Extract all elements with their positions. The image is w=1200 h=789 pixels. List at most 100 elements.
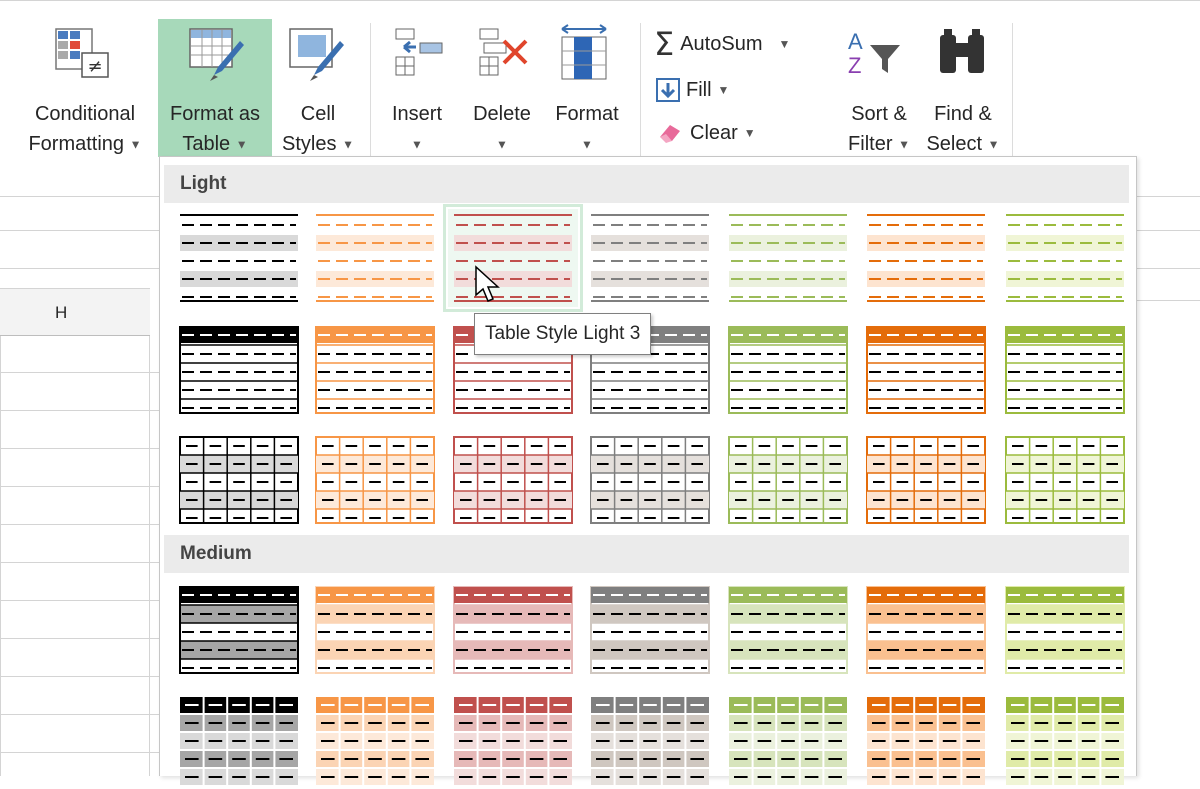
table-style-thumbnail[interactable]: [723, 209, 853, 307]
table-style-preview: [866, 436, 986, 524]
conditional-formatting-button[interactable]: ≠ Conditional Formatting ▼: [16, 19, 154, 157]
chevron-down-icon: ▼: [581, 137, 593, 152]
format-button[interactable]: Format ▼: [544, 19, 630, 157]
chevron-down-icon: ▼: [717, 83, 730, 97]
table-style-thumbnail[interactable]: [443, 204, 583, 312]
table-style-thumbnail[interactable]: [174, 691, 304, 789]
table-style-thumbnail[interactable]: [1000, 209, 1130, 307]
table-style-thumbnail[interactable]: [310, 431, 440, 529]
table-style-thumbnail[interactable]: [861, 209, 991, 307]
table-style-thumbnail[interactable]: [448, 431, 578, 529]
grid-line: [0, 448, 160, 449]
table-style-preview: [453, 586, 573, 674]
table-style-thumbnail[interactable]: [585, 691, 715, 789]
fill-down-icon: [656, 78, 680, 102]
group-separator: [640, 23, 641, 157]
table-style-thumbnail[interactable]: [448, 581, 578, 679]
table-style-preview: [867, 697, 985, 785]
table-style-thumbnail[interactable]: [310, 321, 440, 419]
format-label: Format: [555, 103, 619, 125]
delete-button[interactable]: Delete ▼: [464, 19, 540, 157]
grid-line: [0, 196, 160, 197]
binoculars-icon: [940, 29, 984, 73]
format-as-table-button[interactable]: Format as Table ▼: [158, 19, 272, 157]
chevron-down-icon: ▼: [898, 137, 910, 152]
grid-line: [1137, 196, 1200, 197]
conditional-formatting-label-2: Formatting ▼: [28, 133, 142, 155]
table-style-thumbnail[interactable]: [723, 691, 853, 789]
grid-line: [0, 268, 160, 269]
table-style-thumbnail[interactable]: [723, 581, 853, 679]
chevron-down-icon: ▼: [129, 137, 142, 152]
sigma-icon: Σ: [654, 25, 675, 63]
group-separator: [370, 23, 371, 157]
table-style-preview: [316, 214, 434, 302]
find-select-button[interactable]: Find & Select ▼: [920, 19, 1006, 157]
table-style-thumbnail[interactable]: [723, 321, 853, 419]
table-style-thumbnail[interactable]: [861, 431, 991, 529]
chevron-down-icon: ▼: [743, 126, 756, 140]
fill-label: Fill: [686, 78, 712, 101]
grid-line: [0, 714, 160, 715]
section-header-medium: Medium: [164, 535, 1129, 573]
group-separator: [1012, 23, 1013, 157]
table-style-thumbnail[interactable]: [310, 209, 440, 307]
table-style-thumbnail[interactable]: [174, 321, 304, 419]
format-as-table-icon: [189, 28, 244, 81]
table-style-preview: [179, 586, 299, 674]
clear-label: Clear: [690, 121, 738, 144]
insert-cells-icon: [395, 28, 443, 76]
table-style-preview: [315, 586, 435, 674]
insert-label: Insert: [391, 103, 443, 125]
grid-line: [0, 562, 160, 563]
column-header-label: H: [55, 303, 68, 322]
autosum-button[interactable]: Σ AutoSum ▼: [654, 25, 790, 63]
table-style-thumbnail[interactable]: [174, 431, 304, 529]
table-style-thumbnail[interactable]: [174, 581, 304, 679]
table-style-thumbnail[interactable]: [1000, 431, 1130, 529]
table-style-preview: [180, 697, 298, 785]
table-style-thumbnail[interactable]: [861, 581, 991, 679]
table-style-thumbnail[interactable]: [585, 209, 715, 307]
table-style-thumbnail[interactable]: [585, 431, 715, 529]
find-select-label-1: Find &: [934, 103, 992, 125]
fill-button[interactable]: Fill ▼: [656, 73, 729, 107]
insert-button[interactable]: Insert ▼: [384, 19, 450, 157]
table-style-thumbnail[interactable]: [1000, 321, 1130, 419]
table-style-thumbnail[interactable]: [1000, 691, 1130, 789]
table-style-thumbnail[interactable]: [861, 691, 991, 789]
table-style-thumbnail[interactable]: [585, 581, 715, 679]
table-style-preview: [316, 697, 434, 785]
table-style-thumbnail[interactable]: [174, 209, 304, 307]
table-style-preview: [591, 214, 709, 302]
grid-line: [0, 336, 1, 776]
table-style-thumbnail[interactable]: [310, 581, 440, 679]
table-style-thumbnail[interactable]: [310, 691, 440, 789]
grid-line: [0, 638, 160, 639]
table-style-preview: [729, 697, 847, 785]
svg-text:A: A: [848, 29, 863, 54]
eraser-icon: [660, 125, 680, 143]
grid-line: [1137, 268, 1200, 269]
table-style-thumbnail[interactable]: [723, 431, 853, 529]
cell-styles-button[interactable]: Cell Styles ▼: [274, 19, 362, 157]
table-style-preview: [590, 586, 710, 674]
section-header-light: Light: [164, 165, 1129, 203]
table-style-preview: [728, 586, 848, 674]
grid-line: [0, 372, 160, 373]
table-style-preview: [866, 326, 986, 414]
grid-line: [0, 486, 160, 487]
cell-styles-icon: [289, 28, 344, 81]
sort-filter-button[interactable]: A Z Sort & Filter ▼: [838, 19, 920, 157]
chevron-down-icon: ▼: [235, 137, 248, 152]
ribbon: ≠ Conditional Formatting ▼ Format as Tab…: [0, 0, 1200, 159]
table-style-thumbnail[interactable]: [1000, 581, 1130, 679]
table-style-preview: [180, 214, 298, 302]
clear-button[interactable]: Clear ▼: [656, 115, 756, 151]
table-style-preview: [1006, 697, 1124, 785]
table-style-preview: [728, 326, 848, 414]
column-header-h[interactable]: H: [0, 288, 150, 336]
table-style-preview: [591, 697, 709, 785]
table-style-thumbnail[interactable]: [861, 321, 991, 419]
table-style-thumbnail[interactable]: [448, 691, 578, 789]
